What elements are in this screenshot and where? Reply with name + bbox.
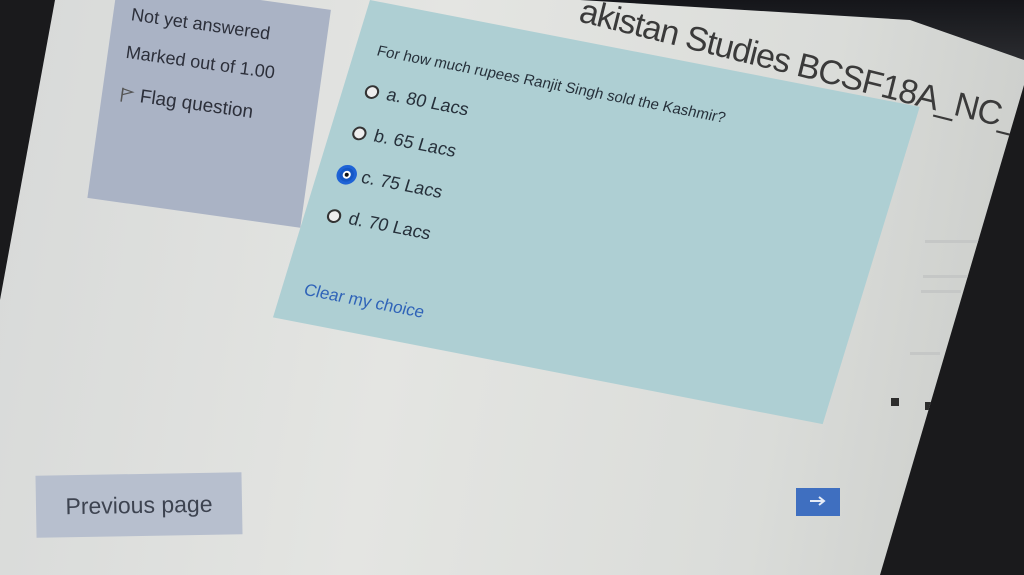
question-mark: Marked out of 1.00 bbox=[124, 41, 277, 83]
option-b-label: b. 65 Lacs bbox=[371, 125, 459, 161]
browser-screen: akistan Studies BCSF18A_NC_ISPS Not yet … bbox=[0, 0, 1024, 575]
next-page-button[interactable] bbox=[796, 488, 840, 516]
nav-question-button[interactable] bbox=[925, 402, 933, 410]
nav-text-line bbox=[923, 275, 1008, 278]
question-info-panel: Not yet answered Marked out of 1.00 Flag… bbox=[87, 0, 331, 228]
nav-text-line bbox=[921, 290, 961, 293]
flag-icon bbox=[120, 87, 135, 102]
option-a-label: a. 80 Lacs bbox=[384, 84, 472, 120]
quiz-navigation-panel bbox=[891, 230, 1015, 450]
nav-question-button[interactable] bbox=[891, 398, 899, 406]
option-c-label: c. 75 Lacs bbox=[358, 167, 446, 202]
option-a-radio[interactable] bbox=[363, 83, 382, 100]
option-d-label: d. 70 Lacs bbox=[346, 208, 434, 244]
previous-page-button[interactable]: Previous page bbox=[35, 472, 243, 538]
option-c-radio[interactable] bbox=[337, 166, 356, 183]
option-b-radio[interactable] bbox=[350, 124, 369, 142]
flag-question-label: Flag question bbox=[138, 86, 255, 123]
next-icon bbox=[810, 495, 826, 506]
option-d-radio[interactable] bbox=[325, 207, 344, 224]
nav-text-line bbox=[925, 240, 995, 243]
flag-question-button[interactable]: Flag question bbox=[119, 84, 299, 131]
nav-text-line bbox=[910, 352, 940, 355]
